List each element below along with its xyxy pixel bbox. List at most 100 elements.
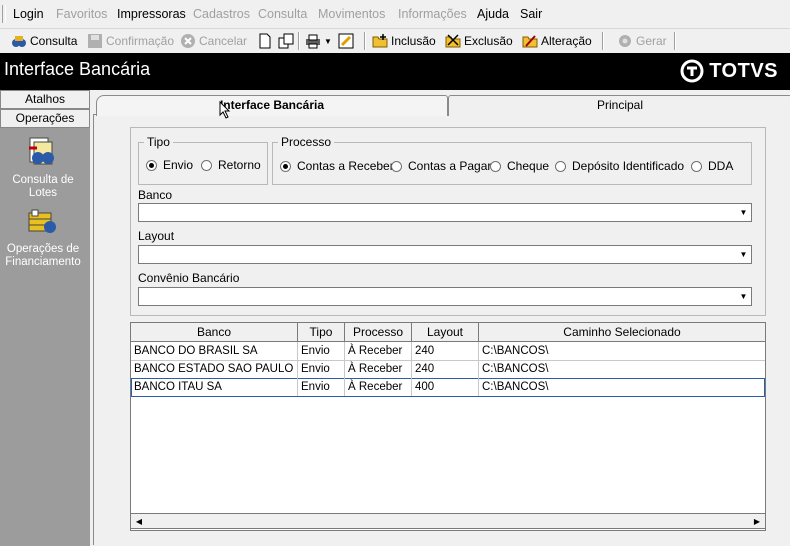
- totvs-logo-text: TOTVS: [709, 59, 778, 82]
- menu-informacoes[interactable]: Informações: [398, 7, 467, 21]
- layout-select[interactable]: ▼: [138, 245, 752, 264]
- toolbar-separator: [364, 32, 366, 50]
- table-row[interactable]: BANCO DO BRASIL SA Envio À Receber 240 C…: [131, 342, 765, 361]
- cancelar-label: Cancelar: [199, 34, 248, 48]
- column-header-processo[interactable]: Processo: [345, 323, 412, 342]
- chevron-down-icon[interactable]: ▼: [736, 204, 751, 221]
- radio-label: Depósito Identificado: [572, 159, 685, 173]
- column-header-layout[interactable]: Layout: [412, 323, 479, 342]
- processo-radio-dda[interactable]: DDA: [691, 159, 733, 173]
- new-document-icon: [259, 33, 271, 49]
- cell-processo: À Receber: [345, 342, 412, 360]
- confirmacao-button[interactable]: Confirmação: [87, 33, 174, 49]
- cancel-icon: [181, 34, 195, 48]
- tipo-radio-envio[interactable]: Envio: [146, 158, 193, 172]
- cell-banco: BANCO ESTADO SAO PAULO ...: [131, 360, 298, 378]
- processo-radio-contas-receber[interactable]: Contas a Receber: [280, 159, 394, 173]
- banco-label: Banco: [138, 188, 173, 202]
- inclusao-button[interactable]: Inclusão: [372, 33, 436, 49]
- cell-caminho: C:\BANCOS\: [482, 345, 549, 357]
- cell-layout: 400: [412, 378, 479, 396]
- radio-dot-icon: [280, 160, 291, 172]
- processo-radio-cheque[interactable]: Cheque: [490, 159, 549, 173]
- toolbar-separator: [674, 32, 676, 50]
- sidebar-tab-atalhos[interactable]: Atalhos: [0, 90, 90, 109]
- consulta-button[interactable]: Consulta: [11, 33, 77, 49]
- processo-radio-deposito-identificado[interactable]: Depósito Identificado: [555, 159, 684, 173]
- processo-radio-contas-pagar[interactable]: Contas a Pagar: [391, 159, 491, 173]
- print-button[interactable]: ▼: [305, 33, 332, 49]
- menu-cadastros[interactable]: Cadastros: [193, 7, 250, 21]
- cell-banco: BANCO ITAU SA: [131, 378, 298, 396]
- convenio-select[interactable]: ▼: [138, 287, 752, 306]
- folder-delete-icon: [445, 34, 461, 48]
- menu-impressoras[interactable]: Impressoras: [117, 7, 186, 21]
- banco-select[interactable]: ▼: [138, 203, 752, 222]
- table-row[interactable]: BANCO ESTADO SAO PAULO ... Envio À Receb…: [131, 360, 765, 379]
- toolbar-separator: [298, 32, 300, 50]
- column-header-banco[interactable]: Banco: [131, 323, 298, 342]
- alteracao-button[interactable]: Alteração: [522, 33, 592, 49]
- radio-dot-icon: [391, 160, 402, 172]
- sidebar-tab-operacoes[interactable]: Operações: [0, 109, 90, 128]
- batch-query-icon[interactable]: [26, 136, 58, 168]
- inclusao-label: Inclusão: [391, 34, 436, 48]
- pencil-search-icon: [338, 33, 354, 49]
- cell-tipo: Envio: [298, 378, 345, 396]
- menu-movimentos[interactable]: Movimentos: [318, 7, 385, 21]
- menu-login[interactable]: Login: [13, 7, 44, 21]
- cancelar-button[interactable]: Cancelar: [180, 33, 247, 49]
- cell-tipo: Envio: [298, 360, 345, 378]
- scroll-left-icon[interactable]: ◀: [131, 514, 147, 528]
- radio-label: Contas a Pagar: [408, 159, 492, 173]
- alteracao-label: Alteração: [541, 34, 592, 48]
- scroll-right-icon[interactable]: ▶: [749, 514, 765, 528]
- sidebar-link-operacoes-financiamento[interactable]: Operações de Financiamento: [0, 243, 86, 269]
- cell-tipo: Envio: [298, 342, 345, 360]
- data-grid[interactable]: Banco Tipo Processo Layout Caminho Selec…: [130, 322, 766, 531]
- app-header: Interface Bancária TOTVS: [0, 53, 790, 90]
- horizontal-scrollbar[interactable]: ◀ ▶: [130, 513, 766, 529]
- chevron-down-icon[interactable]: ▼: [736, 288, 751, 305]
- radio-label: Cheque: [507, 159, 550, 173]
- cell-processo: À Receber: [345, 378, 412, 396]
- consulta-label: Consulta: [30, 34, 78, 48]
- gerar-button[interactable]: Gerar: [617, 33, 667, 49]
- tipo-radio-retorno[interactable]: Retorno: [201, 158, 261, 172]
- column-header-tipo[interactable]: Tipo: [298, 323, 345, 342]
- confirmacao-label: Confirmação: [106, 34, 175, 48]
- sidebar-link-consulta-lotes[interactable]: Consulta de Lotes: [0, 174, 86, 200]
- tab-interface-bancaria[interactable]: Interface Bancária: [96, 95, 448, 116]
- financing-icon[interactable]: [26, 207, 58, 239]
- exclusao-button[interactable]: Exclusão: [445, 33, 513, 49]
- cell-banco: BANCO DO BRASIL SA: [131, 342, 298, 360]
- menu-sair[interactable]: Sair: [520, 7, 542, 21]
- menu-bar: Login Favoritos Impressoras Cadastros Co…: [0, 0, 790, 29]
- new-document-button[interactable]: [257, 33, 276, 49]
- sidebar: Atalhos Operações Consulta de Lotes Oper…: [0, 90, 90, 546]
- menu-consulta[interactable]: Consulta: [258, 7, 307, 21]
- cell-layout: 240: [412, 360, 479, 378]
- processo-legend: Processo: [281, 135, 332, 149]
- exclusao-label: Exclusão: [464, 34, 513, 48]
- radio-dot-icon: [490, 160, 501, 172]
- mouse-cursor-icon: [219, 101, 231, 119]
- tab-principal[interactable]: Principal: [448, 95, 790, 116]
- cell-caminho: C:\BANCOS\: [482, 381, 549, 393]
- table-row-selected[interactable]: BANCO ITAU SA Envio À Receber 400 C:\BAN…: [131, 378, 765, 397]
- menu-ajuda[interactable]: Ajuda: [477, 7, 509, 21]
- copy-document-button[interactable]: [278, 33, 297, 49]
- folder-add-icon: [372, 34, 388, 48]
- radio-label: Contas a Receber: [297, 159, 394, 173]
- edit-search-button[interactable]: [338, 33, 357, 49]
- column-header-caminho[interactable]: Caminho Selecionado: [479, 323, 765, 342]
- page-title: Interface Bancária: [4, 59, 151, 79]
- cell-caminho: C:\BANCOS\: [482, 363, 549, 375]
- toolbar: Consulta Confirmação Cancelar ▼ Inclusão…: [0, 29, 790, 53]
- gear-icon: [619, 35, 631, 47]
- chevron-down-icon[interactable]: ▼: [736, 246, 751, 263]
- layout-label: Layout: [138, 229, 175, 243]
- menu-favoritos[interactable]: Favoritos: [56, 7, 107, 21]
- radio-dot-icon: [691, 160, 702, 172]
- tipo-legend: Tipo: [147, 135, 170, 149]
